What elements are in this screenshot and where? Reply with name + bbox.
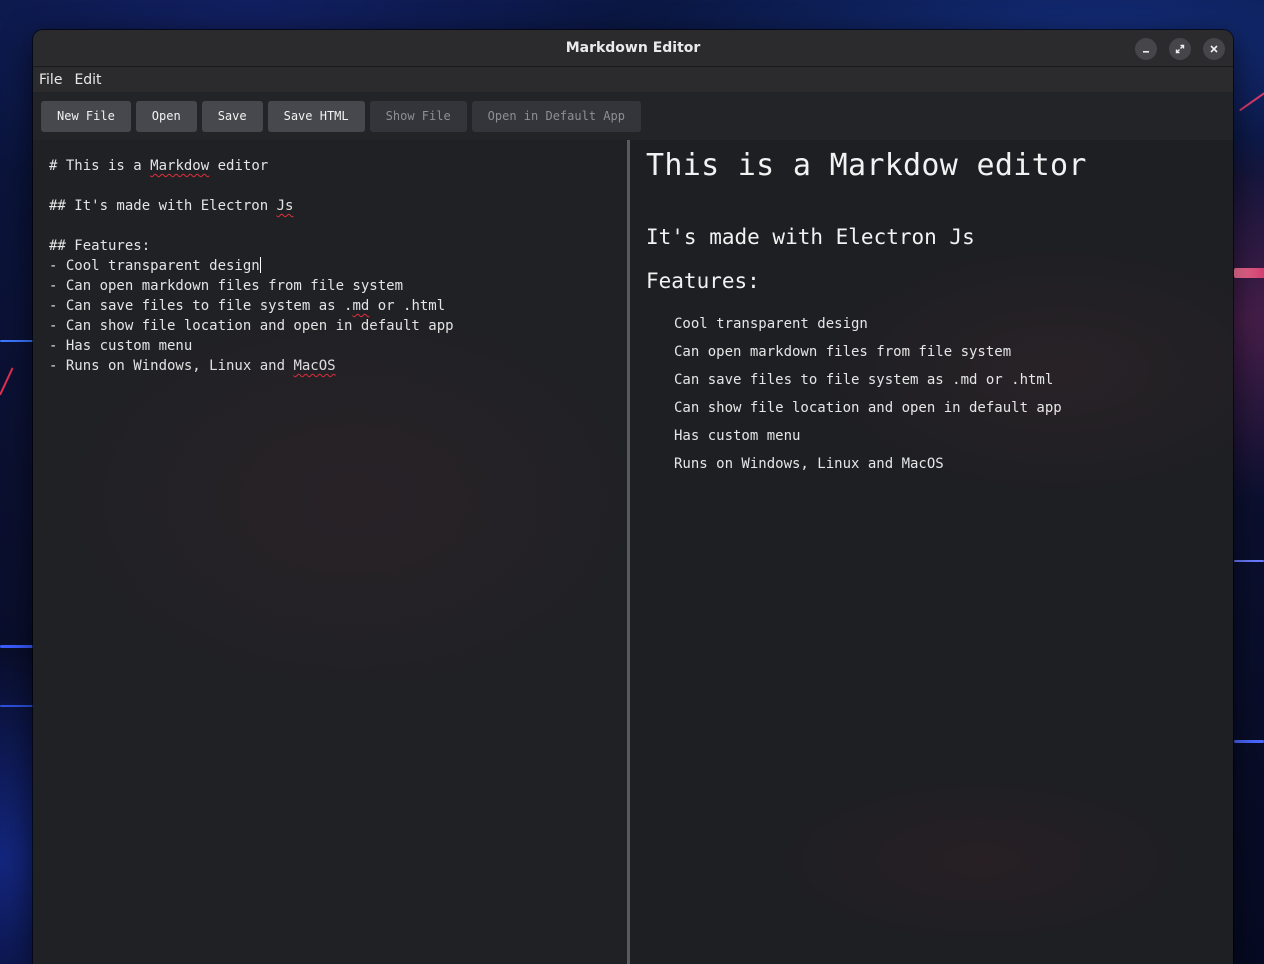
editor-line-text: - Cool transparent design [49, 258, 260, 274]
save-html-button[interactable]: Save HTML [267, 100, 365, 132]
editor-line: - Runs on Windows, Linux and MacOS [49, 358, 336, 374]
close-button[interactable] [1203, 38, 1225, 60]
wallpaper-streak [1234, 268, 1264, 278]
spellcheck-word: md [352, 298, 370, 314]
editor-line: - Has custom menu [49, 338, 193, 354]
open-button[interactable]: Open [135, 100, 197, 132]
wallpaper-streak [0, 340, 34, 342]
wallpaper-streak [1234, 740, 1264, 743]
minimize-button[interactable] [1135, 38, 1157, 60]
preview-feature-list: Cool transparent design Can open markdow… [646, 316, 1233, 484]
new-file-button[interactable]: New File [41, 100, 131, 132]
wallpaper-streak [0, 705, 34, 707]
editor-line: - Can show file location and open in def… [49, 318, 454, 334]
editor-line: - Can open markdown files from file syst… [49, 278, 404, 294]
list-item: Has custom menu [674, 428, 801, 444]
close-icon [1209, 44, 1219, 54]
menu-bar: File Edit [33, 67, 1233, 92]
wallpaper-streak [1234, 560, 1264, 562]
text-caret [259, 257, 261, 273]
editor-line: - Cool transparent design [49, 256, 627, 276]
list-item: Can open markdown files from file system [674, 344, 1012, 360]
wallpaper-streak [1239, 86, 1264, 112]
markdown-preview: This is a Markdow editor It's made with … [630, 140, 1233, 964]
minimize-icon [1141, 44, 1151, 54]
maximize-icon [1175, 44, 1185, 54]
title-bar[interactable]: Markdown Editor [33, 30, 1233, 67]
maximize-button[interactable] [1169, 38, 1191, 60]
spellcheck-word: Markdow [150, 158, 210, 174]
show-file-button[interactable]: Show File [369, 100, 467, 132]
editor-panes: # This is a Markdow editor ## It's made … [33, 140, 1233, 964]
editor-line: - Can save files to file system as .md o… [49, 298, 446, 314]
spellcheck-word: Js [276, 198, 294, 214]
editor-line: # This is a Markdow editor [49, 158, 269, 174]
spellcheck-word: MacOS [293, 358, 336, 374]
list-item: Cool transparent design [674, 316, 868, 332]
preview-heading-1: This is a Markdow editor [646, 148, 1087, 183]
open-in-default-app-button[interactable]: Open in Default App [471, 100, 641, 132]
list-item: Can show file location and open in defau… [674, 400, 1062, 416]
app-window: Markdown Editor File Edit New File Open … [33, 30, 1233, 964]
wallpaper-streak [0, 367, 14, 396]
list-item: Runs on Windows, Linux and MacOS [674, 456, 944, 472]
editor-line: ## It's made with Electron Js [49, 198, 294, 214]
menu-file[interactable]: File [39, 72, 68, 88]
window-title: Markdown Editor [565, 40, 701, 56]
menu-edit[interactable]: Edit [74, 72, 107, 88]
wallpaper-streak [0, 645, 34, 648]
editor-line: ## Features: [49, 238, 151, 254]
preview-heading-2: Features: [646, 269, 760, 293]
save-button[interactable]: Save [201, 100, 263, 132]
window-controls [1135, 38, 1225, 60]
markdown-editor[interactable]: # This is a Markdow editor ## It's made … [33, 140, 630, 964]
toolbar: New File Open Save Save HTML Show File O… [33, 92, 1233, 140]
list-item: Can save files to file system as .md or … [674, 372, 1054, 388]
preview-heading-2: It's made with Electron Js [646, 225, 975, 249]
